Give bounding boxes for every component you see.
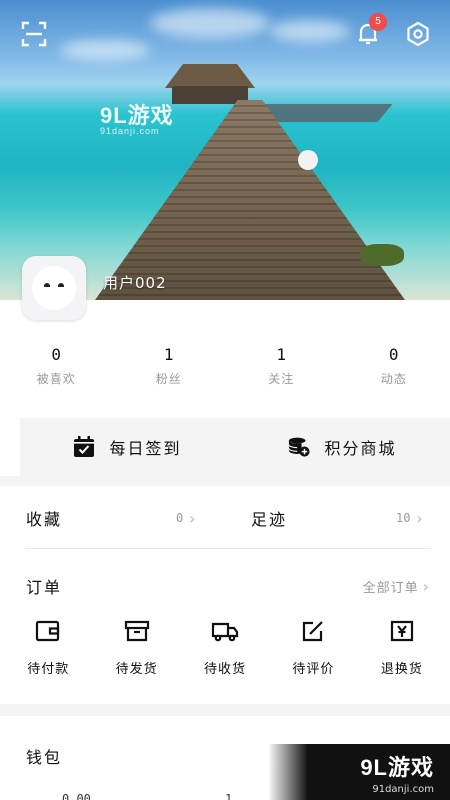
settings-gear-icon[interactable] (402, 18, 434, 50)
order-returns[interactable]: 退换货 (358, 616, 446, 686)
stat-likes[interactable]: 0 被喜欢 (0, 345, 113, 395)
box-icon (122, 616, 152, 646)
favorites-count: 0 (176, 511, 184, 525)
yen-icon (387, 616, 417, 646)
stat-value: 0 (51, 345, 62, 364)
footprint-label: 足迹 (251, 510, 288, 529)
daily-checkin-label: 每日签到 (109, 439, 182, 458)
stat-label: 动态 (380, 372, 407, 386)
hut-roof (165, 64, 255, 88)
order-label: 待收货 (204, 662, 247, 677)
daily-checkin-button[interactable]: 每日签到 (20, 418, 235, 476)
wallet-title[interactable]: 钱包 (26, 744, 62, 768)
watermark-logo: 9L游戏 (100, 103, 174, 128)
all-orders-link[interactable]: 全部订单 › (363, 577, 430, 596)
banner-watermark: 9L游戏 91danji.com (100, 98, 174, 136)
stat-fans[interactable]: 1 粉丝 (113, 345, 226, 395)
avatar[interactable] (22, 256, 86, 320)
favorites-label-cell[interactable]: 收藏 (26, 497, 62, 539)
footprint-count: 10 (396, 511, 411, 525)
calendar-check-icon (73, 436, 95, 458)
stat-value: 1 (276, 345, 287, 364)
wallet-icon (33, 616, 63, 646)
buoy (298, 150, 318, 170)
avatar-face-icon (32, 266, 76, 310)
order-pending-payment[interactable]: 待付款 (4, 616, 92, 686)
order-label: 待发货 (115, 662, 158, 677)
stat-label: 关注 (268, 372, 295, 386)
username[interactable]: 用户002 (103, 272, 167, 293)
wallet-balance-value: 0.00 (62, 792, 91, 800)
order-label: 待评价 (292, 662, 335, 677)
brand-domain: 91danji.com (372, 783, 434, 795)
hut-base (172, 86, 248, 104)
order-label: 待付款 (27, 662, 70, 677)
cloud (150, 8, 270, 38)
stat-posts[interactable]: 0 动态 (338, 345, 450, 395)
order-pending-review[interactable]: 待评价 (269, 616, 357, 686)
footprint-count-cell[interactable]: 10 › (396, 497, 424, 539)
row-divider (26, 548, 430, 549)
profile-stats: 0 被喜欢 1 粉丝 1 关注 0 动态 (0, 345, 450, 395)
stat-following[interactable]: 1 关注 (225, 345, 338, 395)
truck-icon (210, 616, 240, 646)
chevron-right-icon: › (187, 508, 197, 528)
notification-badge: 5 (369, 13, 387, 31)
brand-logo: 9L游戏 (360, 754, 434, 780)
order-status-row: 待付款 待发货 待收货 待评价 退换货 (0, 616, 450, 686)
order-label: 退换货 (380, 662, 423, 677)
favorites-label: 收藏 (26, 510, 63, 529)
favorites-count-cell[interactable]: 0 › (176, 497, 197, 539)
orders-title: 订单 (26, 578, 63, 597)
favorites-footprint-row: 收藏 0 › 足迹 10 › (0, 497, 450, 539)
points-mall-label: 积分商城 (324, 439, 397, 458)
stat-value: 0 (388, 345, 399, 364)
grass-patch (360, 244, 404, 266)
cloud (270, 20, 350, 42)
order-pending-shipment[interactable]: 待发货 (92, 616, 180, 686)
order-pending-receipt[interactable]: 待收货 (181, 616, 269, 686)
section-divider (0, 476, 450, 486)
brand-watermark: 9L游戏 91danji.com (268, 744, 450, 800)
footprint-label-cell[interactable]: 足迹 (251, 497, 287, 539)
stat-label: 粉丝 (155, 372, 182, 386)
quick-actions: 每日签到 积分商城 (20, 418, 450, 476)
chevron-right-icon: › (422, 576, 430, 596)
coins-icon (288, 436, 311, 458)
chevron-right-icon: › (414, 508, 425, 528)
points-mall-button[interactable]: 积分商城 (235, 418, 450, 476)
wallet-count-value: 1 (225, 792, 233, 800)
cloud (60, 40, 150, 60)
section-divider (0, 704, 450, 716)
orders-header: 订单 全部订单 › (26, 574, 430, 598)
all-orders-label: 全部订单 (362, 580, 419, 596)
edit-icon (298, 616, 328, 646)
stat-label: 被喜欢 (36, 372, 76, 386)
scan-icon[interactable] (20, 20, 48, 48)
stat-value: 1 (163, 345, 174, 364)
